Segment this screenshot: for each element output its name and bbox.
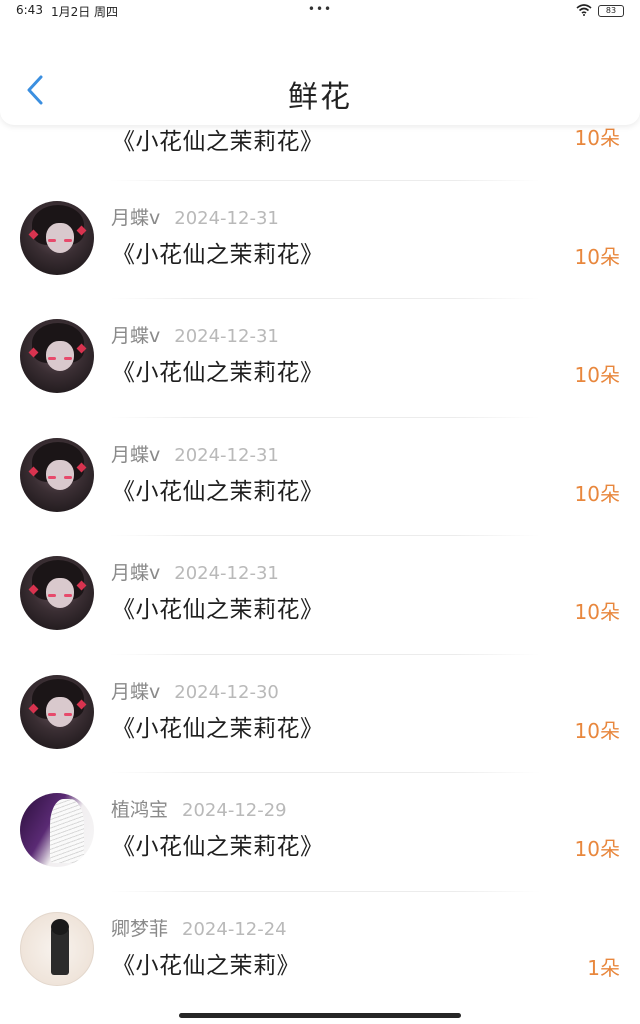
gift-name: 《小花仙之茉莉花》	[112, 360, 324, 386]
avatar[interactable]	[20, 556, 94, 630]
gift-amount: 10朵	[574, 718, 620, 743]
header: 鲜花	[0, 22, 640, 125]
avatar[interactable]	[20, 200, 94, 275]
sender-name[interactable]: 月蝶v 2024-12-30	[111, 677, 279, 704]
gift-name: 《小花仙之茉莉花》	[112, 715, 324, 742]
avatar[interactable]	[20, 674, 94, 749]
avatar[interactable]	[20, 911, 94, 986]
avatar[interactable]	[20, 793, 94, 867]
list-item[interactable]: 月蝶v 2024-12-31 《小花仙之茉莉花》 10朵	[0, 418, 640, 536]
gift-name: 《小花仙之茉莉花》	[112, 129, 324, 155]
status-left: 6:43 1月2日 周四	[16, 3, 118, 20]
sender-name[interactable]: 月蝶v 2024-12-31	[111, 558, 279, 585]
status-bar: 6:43 1月2日 周四 ••• 83	[0, 0, 640, 22]
sender-name[interactable]: 植鸿宝 2024-12-29	[111, 795, 287, 822]
sender-name[interactable]: 月蝶v 2024-12-31	[111, 321, 279, 348]
gift-amount: 1朵	[587, 955, 620, 980]
list-item[interactable]: 月蝶v 2024-12-30 《小花仙之茉莉花》 10朵	[0, 655, 640, 773]
gift-date: 2024-12-24	[182, 918, 287, 940]
wifi-icon	[576, 3, 592, 19]
list-item[interactable]: 月蝶v 2024-12-31 《小花仙之茉莉花》 10朵	[0, 299, 640, 418]
list-item[interactable]: 植鸿宝 2024-12-29 《小花仙之茉莉花》 10朵	[0, 773, 640, 892]
gift-amount: 10朵	[574, 126, 620, 150]
gift-list: 《小花仙之茉莉花》 10朵 月蝶v 2024-12-31 《小花仙之茉莉花》 10…	[0, 40, 640, 1011]
gift-name: 《小花仙之茉莉》	[112, 952, 300, 979]
gift-amount: 10朵	[574, 481, 620, 506]
list-item[interactable]: 卿梦菲 2024-12-24 《小花仙之茉莉》 1朵	[0, 892, 640, 1011]
status-dots: •••	[307, 2, 333, 16]
gift-name: 《小花仙之茉莉花》	[112, 597, 324, 623]
sender-name[interactable]: 卿梦菲 2024-12-24	[111, 914, 287, 941]
gift-amount: 10朵	[574, 363, 620, 387]
gift-amount: 10朵	[574, 244, 620, 269]
gift-date: 2024-12-31	[174, 207, 279, 229]
gift-name: 《小花仙之茉莉花》	[112, 241, 324, 268]
sender-name[interactable]: 月蝶v 2024-12-31	[111, 440, 279, 467]
gift-name: 《小花仙之茉莉花》	[112, 478, 324, 505]
page-title: 鲜花	[288, 80, 352, 115]
gift-amount: 10朵	[574, 837, 620, 861]
list-item[interactable]: 月蝶v 2024-12-31 《小花仙之茉莉花》 10朵	[0, 536, 640, 655]
gift-date: 2024-12-29	[182, 800, 287, 821]
gift-date: 2024-12-31	[174, 563, 279, 584]
gift-date: 2024-12-30	[174, 681, 279, 703]
gift-name: 《小花仙之茉莉花》	[112, 834, 324, 860]
gift-date: 2024-12-31	[174, 326, 279, 347]
sender-name[interactable]: 月蝶v 2024-12-31	[111, 203, 279, 230]
home-indicator[interactable]	[179, 1013, 461, 1018]
status-right: 83	[576, 3, 624, 19]
status-date: 1月2日 周四	[50, 4, 119, 19]
status-time: 6:43	[16, 2, 43, 17]
avatar[interactable]	[20, 437, 94, 512]
gift-date: 2024-12-31	[174, 444, 279, 466]
list-item[interactable]: 月蝶v 2024-12-31 《小花仙之茉莉花》 10朵	[0, 181, 640, 299]
avatar[interactable]	[20, 319, 94, 393]
gift-amount: 10朵	[574, 600, 620, 624]
battery-icon: 83	[598, 5, 624, 17]
screen: 6:43 1月2日 周四 ••• 83 《小花仙之茉莉花》 10朵 月蝶v 20…	[0, 0, 640, 1024]
